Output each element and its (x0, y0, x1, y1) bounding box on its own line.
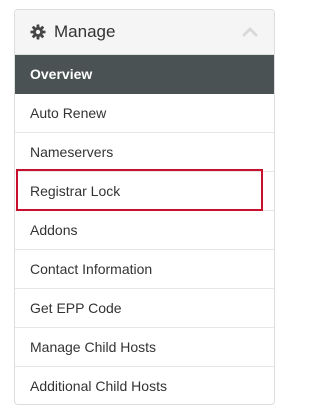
menu-item-addons[interactable]: Addons (15, 211, 274, 250)
menu-item-auto-renew[interactable]: Auto Renew (15, 94, 274, 133)
gear-icon (30, 24, 46, 40)
menu-item-manage-child-hosts[interactable]: Manage Child Hosts (15, 328, 274, 367)
menu-item-contact-information[interactable]: Contact Information (15, 250, 274, 289)
menu-item-overview[interactable]: Overview (15, 55, 274, 94)
manage-panel: Manage Overview Auto Renew Nameservers R… (14, 9, 275, 405)
menu-item-additional-child-hosts[interactable]: Additional Child Hosts (15, 367, 274, 406)
panel-title: Manage (54, 22, 116, 41)
menu-item-registrar-lock[interactable]: Registrar Lock (15, 172, 274, 211)
chevron-up-icon[interactable] (242, 25, 258, 39)
menu-item-get-epp-code[interactable]: Get EPP Code (15, 289, 274, 328)
menu-item-nameservers[interactable]: Nameservers (15, 133, 274, 172)
manage-menu: Overview Auto Renew Nameservers Registra… (15, 55, 274, 406)
panel-header: Manage (15, 10, 274, 55)
